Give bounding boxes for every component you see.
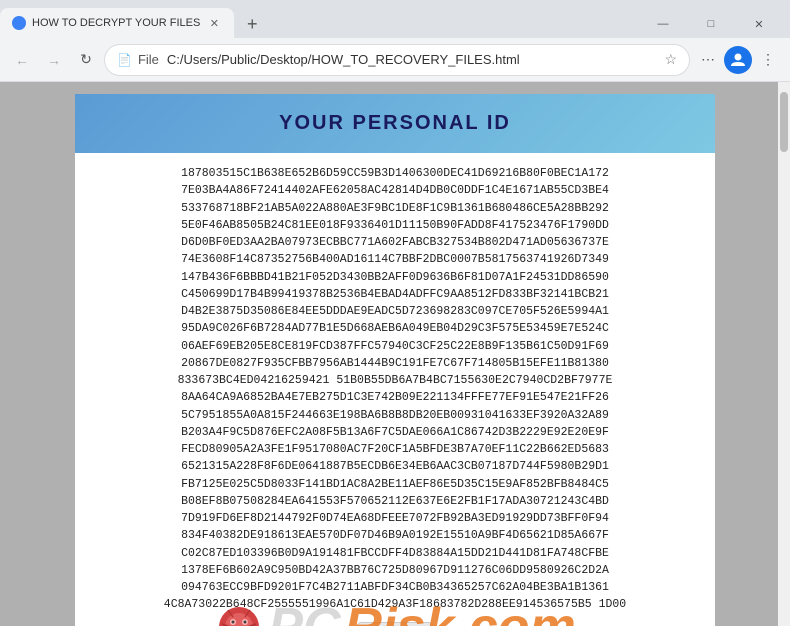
page-header-title: YOUR PERSONAL ID [95, 112, 695, 135]
menu-button[interactable]: ⋮ [754, 46, 782, 74]
file-icon: 📄 [117, 53, 132, 67]
extensions-button[interactable]: ⋯ [694, 46, 722, 74]
tab-close-button[interactable]: ✕ [206, 15, 222, 31]
tab-favicon-icon [12, 16, 26, 30]
bookmark-icon[interactable]: ☆ [664, 51, 677, 68]
maximize-button[interactable]: □ [688, 14, 734, 34]
scrollbar[interactable] [778, 82, 790, 626]
reload-button[interactable]: ↻ [72, 46, 100, 74]
profile-button[interactable] [724, 46, 752, 74]
tab-bar: HOW TO DECRYPT YOUR FILES ✕ + — □ ✕ [0, 0, 790, 38]
profile-icon [730, 52, 746, 68]
window-controls: — □ ✕ [640, 14, 782, 34]
minimize-button[interactable]: — [640, 14, 686, 34]
close-window-button[interactable]: ✕ [736, 14, 782, 34]
forward-button[interactable]: → [40, 46, 68, 74]
nav-right-buttons: ⋯ ⋮ [694, 46, 782, 74]
address-bar-container[interactable]: 📄 File ☆ [104, 44, 690, 76]
active-tab[interactable]: HOW TO DECRYPT YOUR FILES ✕ [0, 8, 234, 38]
id-content: 187803515C1B638E652B6D59CC59B3D1406300DE… [75, 153, 715, 626]
navigation-bar: ← → ↻ 📄 File ☆ ⋯ ⋮ [0, 38, 790, 82]
personal-id-text: 187803515C1B638E652B6D59CC59B3D1406300DE… [95, 165, 695, 614]
browser-frame: HOW TO DECRYPT YOUR FILES ✕ + — □ ✕ ← → … [0, 0, 790, 626]
copy-id-button[interactable]: Copy ID [357, 622, 434, 626]
new-tab-button[interactable]: + [238, 10, 266, 38]
scrollbar-thumb[interactable] [780, 92, 788, 152]
page-header: YOUR PERSONAL ID [75, 94, 715, 153]
tab-title: HOW TO DECRYPT YOUR FILES [32, 17, 200, 29]
page-inner: YOUR PERSONAL ID 187803515C1B638E652B6D5… [75, 94, 715, 614]
page-content: YOUR PERSONAL ID 187803515C1B638E652B6D5… [0, 82, 790, 626]
address-scheme: File [138, 52, 159, 67]
address-input[interactable] [167, 52, 659, 67]
back-button[interactable]: ← [8, 46, 36, 74]
